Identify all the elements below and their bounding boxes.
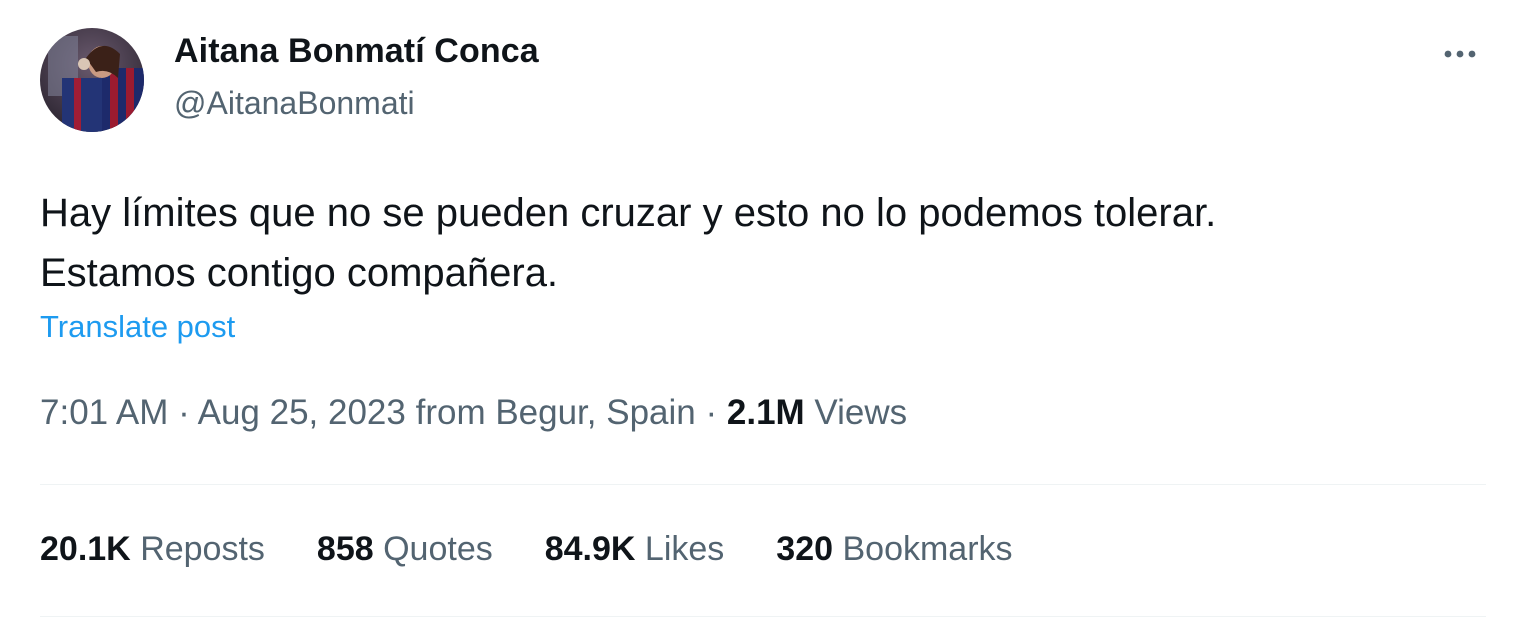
tweet-time[interactable]: 7:01 AM: [40, 393, 168, 432]
views-label: Views: [814, 393, 908, 432]
quotes-count: 858: [316, 530, 374, 568]
views-label: [805, 393, 815, 432]
reposts-count: 20.1K: [40, 530, 131, 568]
bookmarks-count: 320: [776, 530, 834, 568]
meta-separator: ·: [178, 393, 190, 432]
views-count: 2.1M: [726, 393, 805, 432]
likes-label: Likes: [644, 530, 725, 568]
bookmarks-label: Bookmarks: [842, 530, 1013, 568]
tweet-date[interactable]: Aug 25, 2023: [198, 393, 406, 432]
tweet-text: Hay límites que no se pueden cruzar y es…: [40, 183, 1480, 303]
tweet-card: Aitana Bonmatí Conca @AitanaBonmati Hay …: [0, 0, 1518, 620]
divider: [40, 616, 1486, 617]
reposts-label: Reposts: [140, 530, 265, 568]
tweet-location: from Begur, Spain: [415, 393, 696, 432]
meta-separator: ·: [705, 393, 718, 432]
author-handle[interactable]: @AitanaBonmati: [174, 85, 415, 122]
tweet-metadata: 7:01 AM · Aug 25, 2023 from Begur, Spain…: [40, 393, 907, 433]
more-options-button[interactable]: [1436, 34, 1484, 74]
bookmarks-stat[interactable]: 320 Bookmarks: [776, 530, 1012, 569]
tweet-text-line: Estamos contigo compañera.: [40, 251, 559, 295]
quotes-label: Quotes: [383, 530, 493, 568]
tweet-text-line: Hay límites que no se pueden cruzar y es…: [40, 191, 1217, 235]
reposts-stat[interactable]: 20.1K Reposts: [40, 530, 265, 569]
quotes-stat[interactable]: 858 Quotes: [317, 530, 493, 569]
avatar-image: [40, 28, 144, 132]
likes-stat[interactable]: 84.9K Likes: [545, 530, 725, 569]
translate-post-link[interactable]: Translate post: [40, 309, 235, 345]
avatar[interactable]: [40, 28, 144, 132]
likes-count: 84.9K: [544, 530, 636, 568]
divider: [40, 484, 1486, 485]
more-horizontal-icon: [1444, 50, 1476, 58]
engagement-stats: 20.1K Reposts 858 Quotes 84.9K Likes 320…: [40, 530, 1065, 569]
author-display-name[interactable]: Aitana Bonmatí Conca: [174, 32, 539, 71]
